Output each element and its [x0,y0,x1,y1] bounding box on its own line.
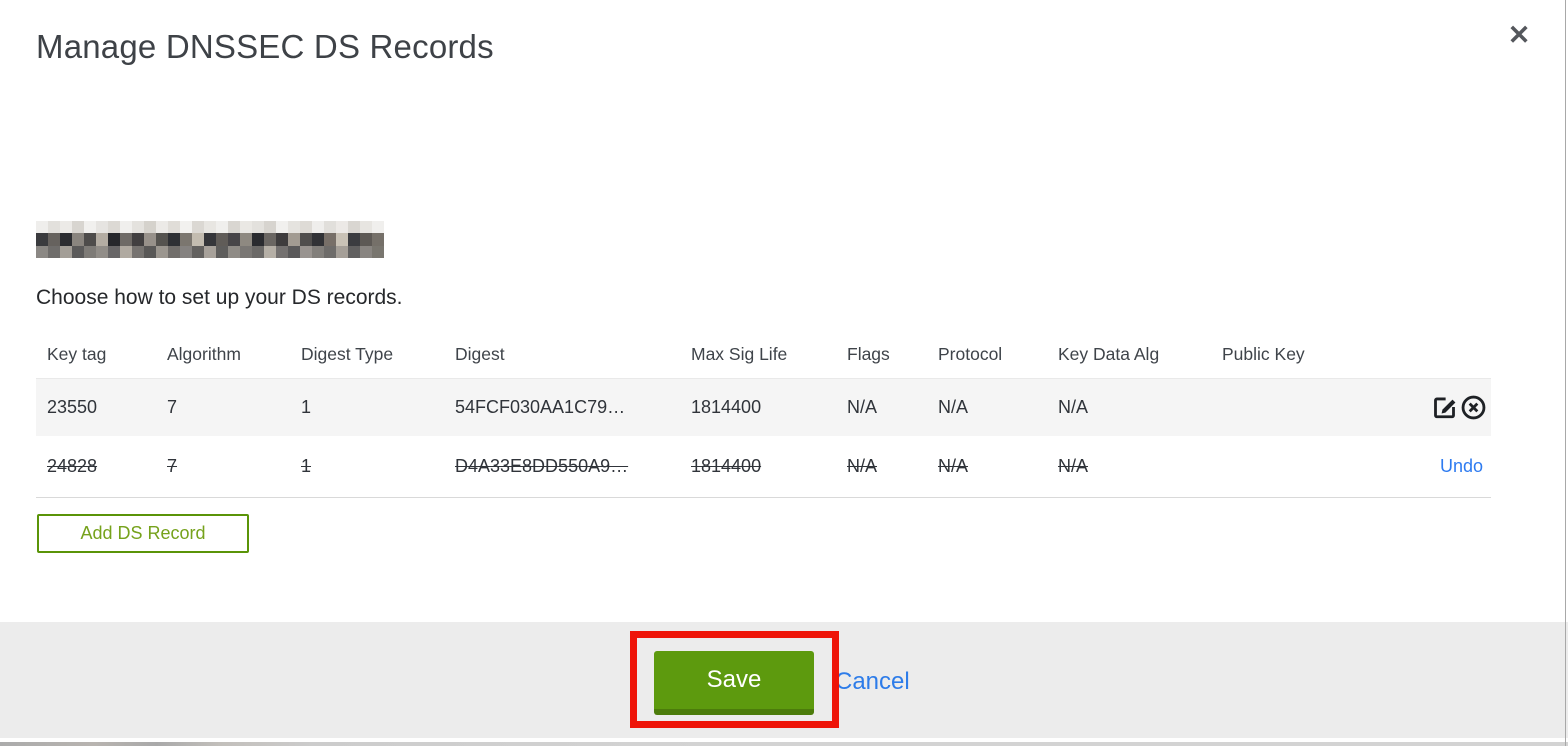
save-button[interactable]: Save [654,651,814,715]
cell-digest-type: 1 [301,397,312,417]
table-row: 23550 7 1 54FCF030AA1C79… 1814400 N/A N/… [36,378,1491,436]
cell-key-tag: 24828 [47,456,98,476]
cell-algorithm: 7 [167,397,178,417]
column-header-algorithm: Algorithm [167,343,241,364]
column-header-flags: Flags [847,343,890,364]
column-header-public-key: Public Key [1222,343,1305,364]
dialog-footer: Save Cancel [0,622,1568,738]
delete-record-icon[interactable] [1459,394,1487,422]
page-title: Manage DNSSEC DS Records [36,28,494,65]
cell-key-tag: 23550 [47,397,98,417]
column-header-digest: Digest [455,343,505,364]
dnssec-dialog: Manage DNSSEC DS Records ✕ Choose how to… [0,0,1568,746]
cell-max-sig-life: 1814400 [691,456,762,476]
undo-link[interactable]: Undo [1399,456,1491,477]
cell-key-data-alg: N/A [1058,456,1089,476]
cell-digest: 54FCF030AA1C79… [455,397,626,417]
modal-right-edge [1565,0,1566,746]
cell-key-data-alg: N/A [1058,397,1089,417]
column-header-digest-type: Digest Type [301,343,394,364]
cell-digest: D4A33E8DD550A9… [455,456,629,476]
cell-algorithm: 7 [167,456,178,476]
cell-protocol: N/A [938,397,969,417]
edit-record-icon[interactable] [1430,394,1458,422]
cell-flags: N/A [847,456,878,476]
ds-records-table: Key tag Algorithm Digest Type Digest Max… [36,330,1491,498]
column-header-max-sig-life: Max Sig Life [691,343,788,364]
close-icon[interactable]: ✕ [1502,18,1536,52]
cancel-link[interactable]: Cancel [835,668,910,696]
column-header-key-tag: Key tag [47,343,107,364]
intro-text: Choose how to set up your DS records. [36,286,403,309]
table-row-deleted: 24828 7 1 D4A33E8DD550A9… 1814400 N/A N/… [36,436,1491,498]
cell-max-sig-life: 1814400 [691,397,762,417]
cell-protocol: N/A [938,456,969,476]
background-page-remnant [0,742,1568,746]
cell-flags: N/A [847,397,878,417]
cell-digest-type: 1 [301,456,312,476]
column-header-key-data-alg: Key Data Alg [1058,343,1160,364]
redacted-domain-name [36,221,384,258]
column-header-protocol: Protocol [938,343,1003,364]
table-header-row: Key tag Algorithm Digest Type Digest Max… [36,330,1491,378]
add-ds-record-button[interactable]: Add DS Record [37,514,249,553]
